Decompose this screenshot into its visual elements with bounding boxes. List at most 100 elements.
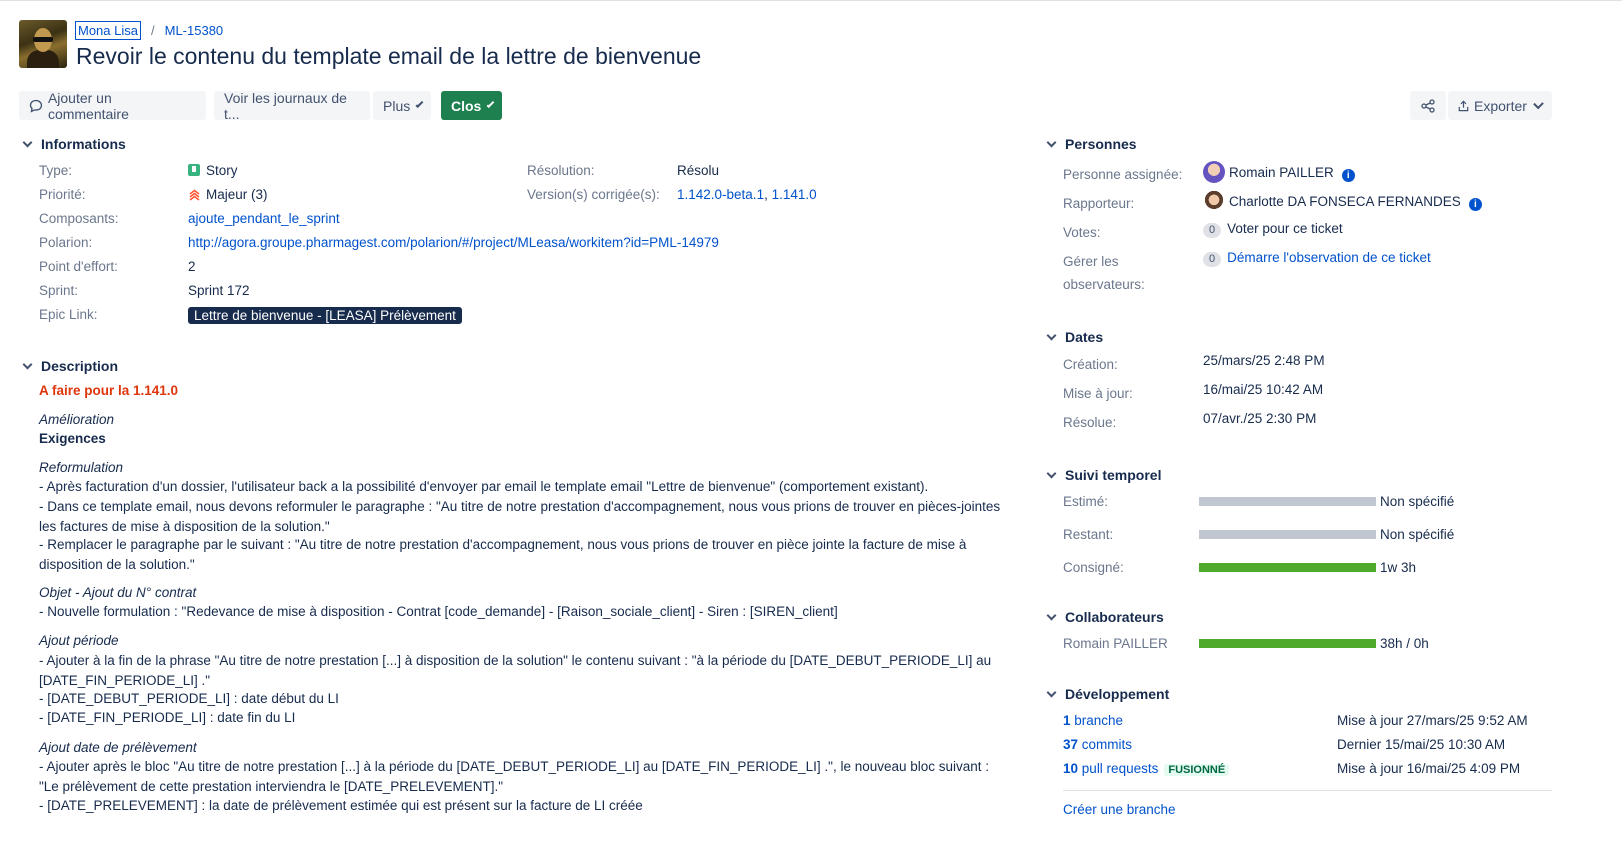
resolved-value: 07/avr./25 2:30 PM: [1203, 411, 1317, 426]
resolution-value: Résolu: [677, 163, 720, 178]
components-label: Composants:: [39, 211, 119, 226]
fix-version-link[interactable]: 1.142.0-beta.1: [677, 187, 764, 202]
reporter-label: Rapporteur:: [1063, 196, 1135, 211]
info-section-toggle[interactable]: Informations: [22, 136, 126, 152]
commits-link[interactable]: 37 commits: [1063, 737, 1132, 752]
watchers: 0 Démarre l'observation de ce ticket: [1203, 250, 1431, 267]
add-comment-label: Ajouter un commentaire: [47, 89, 129, 122]
watchers-count: 0: [1203, 252, 1222, 267]
description-periode-title: Ajout période: [39, 633, 119, 648]
description-todo: A faire pour la 1.141.0: [39, 383, 179, 398]
polarion-label: Polarion:: [39, 235, 93, 250]
assignee[interactable]: Romain PAILLER i: [1203, 161, 1355, 183]
logged-progress-track: [1199, 563, 1376, 572]
description-objet-title: Objet - Ajout du N° contrat: [39, 585, 197, 600]
breadcrumb-project-link[interactable]: Mona Lisa: [75, 21, 141, 40]
branches-link[interactable]: 1 branche: [1063, 713, 1123, 728]
collaborators-heading: Collaborateurs: [1065, 609, 1164, 625]
branches-meta: Mise à jour 27/mars/25 9:52 AM: [1337, 713, 1528, 728]
chevron-down-icon: [22, 137, 33, 148]
project-avatar[interactable]: [19, 20, 67, 68]
dates-heading: Dates: [1065, 329, 1104, 345]
chevron-down-icon: [415, 99, 424, 108]
created-label: Création:: [1063, 357, 1118, 372]
merged-badge: FUSIONNÉ: [1164, 764, 1230, 776]
collaborators-section-toggle[interactable]: Collaborateurs: [1046, 609, 1164, 625]
chevron-down-icon: [1046, 330, 1057, 341]
chevron-down-icon: [1046, 468, 1057, 479]
logged-label: Consigné:: [1063, 560, 1124, 575]
assignee-label: Personne assignée:: [1063, 167, 1183, 182]
breadcrumb-issue-key[interactable]: ML-15380: [165, 23, 224, 38]
breadcrumb-separator: /: [150, 23, 155, 38]
pull-requests-meta: Mise à jour 16/mai/25 4:09 PM: [1337, 761, 1521, 776]
vote-link[interactable]: Voter pour ce ticket: [1227, 221, 1343, 236]
resolved-label: Résolue:: [1063, 415, 1117, 430]
logged-value: 1w 3h: [1380, 560, 1417, 575]
pull-requests-link[interactable]: 10 pull requests FUSIONNÉ: [1063, 761, 1230, 776]
breadcrumb: Mona Lisa / ML-15380: [75, 21, 223, 40]
reporter[interactable]: Charlotte DA FONSECA FERNANDES i: [1203, 190, 1482, 212]
development-divider: [1063, 790, 1552, 791]
priority-label: Priorité:: [39, 187, 86, 202]
comment-icon: [29, 99, 43, 113]
description-section-toggle[interactable]: Description: [22, 358, 118, 374]
fix-versions: 1.142.0-beta.1, 1.141.0: [677, 187, 817, 202]
time-tracking-heading: Suivi temporel: [1065, 467, 1162, 483]
sprint-value[interactable]: Sprint 172: [188, 283, 250, 298]
epic-link-label: Epic Link:: [39, 307, 98, 322]
fix-version-separator: ,: [764, 187, 768, 202]
top-divider: [0, 0, 1622, 1]
description-line: - Dans ce template email, nous devons re…: [39, 499, 1001, 534]
description-exigences: Exigences: [39, 431, 106, 446]
priority-major-icon: [189, 189, 200, 201]
chevron-down-icon: [1046, 610, 1057, 621]
commits-meta: Dernier 15/mai/25 10:30 AM: [1337, 737, 1506, 752]
components-link[interactable]: ajoute_pendant_le_sprint: [188, 211, 340, 226]
development-section-toggle[interactable]: Développement: [1046, 686, 1169, 702]
type-value: Story: [188, 163, 238, 178]
description-line: - [DATE_PRELEVEMENT] : la date de prélèv…: [39, 798, 643, 813]
type-label: Type:: [39, 163, 73, 178]
remaining-value: Non spécifié: [1380, 527, 1455, 542]
description-line: - Après facturation d'un dossier, l'util…: [39, 479, 929, 494]
info-icon[interactable]: i: [1468, 198, 1482, 211]
votes: 0 Voter pour ce ticket: [1203, 221, 1343, 238]
view-logs-label: Voir les journaux de t...: [224, 89, 347, 122]
polarion-link[interactable]: http://agora.groupe.pharmagest.com/polar…: [188, 235, 719, 250]
epic-link-badge[interactable]: Lettre de bienvenue - [LEASA] Prélèvemen…: [188, 307, 462, 324]
updated-label: Mise à jour:: [1063, 386, 1133, 401]
description-line: - Ajouter à la fin de la phrase "Au titr…: [39, 653, 992, 688]
status-button[interactable]: Clos: [441, 91, 502, 120]
chevron-down-icon: [1046, 137, 1057, 148]
collaborator-value: 38h / 0h: [1380, 636, 1429, 651]
votes-count: 0: [1203, 223, 1222, 238]
time-tracking-section-toggle[interactable]: Suivi temporel: [1046, 467, 1161, 483]
dates-section-toggle[interactable]: Dates: [1046, 329, 1103, 345]
description-line: - [DATE_FIN_PERIODE_LI] : date fin du LI: [39, 710, 296, 725]
create-branch-link[interactable]: Créer une branche: [1063, 802, 1176, 817]
people-heading: Personnes: [1065, 136, 1137, 152]
estimated-value: Non spécifié: [1380, 494, 1455, 509]
more-button[interactable]: Plus: [373, 91, 431, 120]
description-reformulation-title: Reformulation: [39, 460, 124, 475]
info-icon[interactable]: i: [1341, 169, 1355, 182]
reporter-name: Charlotte DA FONSECA FERNANDES: [1229, 194, 1461, 209]
updated-value: 16/mai/25 10:42 AM: [1203, 382, 1324, 397]
description-line: - Ajouter après le bloc "Au titre de not…: [39, 759, 990, 794]
story-points-label: Point d'effort:: [39, 259, 118, 274]
export-button[interactable]: Exporter: [1448, 91, 1552, 120]
story-points-value: 2: [188, 259, 196, 274]
fix-version-link[interactable]: 1.141.0: [772, 187, 817, 202]
people-section-toggle[interactable]: Personnes: [1046, 136, 1137, 152]
resolution-label: Résolution:: [527, 163, 595, 178]
watchers-label: Gérer les: [1063, 254, 1119, 269]
add-comment-button[interactable]: Ajouter un commentaire: [19, 89, 206, 122]
estimated-progress-bar: [1199, 497, 1376, 506]
created-value: 25/mars/25 2:48 PM: [1203, 353, 1325, 368]
share-button[interactable]: [1410, 91, 1446, 120]
view-logs-button[interactable]: Voir les journaux de t...: [214, 89, 370, 122]
avatar: [1203, 190, 1225, 212]
page-title[interactable]: Revoir le contenu du template email de l…: [76, 43, 701, 70]
watch-link[interactable]: Démarre l'observation de ce ticket: [1227, 250, 1431, 265]
